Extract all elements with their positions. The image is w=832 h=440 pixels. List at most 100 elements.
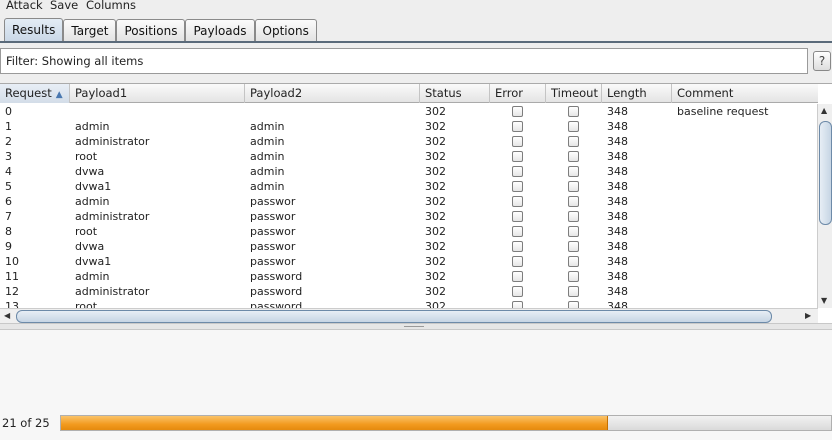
table-row[interactable]: 0 302 348 baseline request — [0, 104, 818, 119]
table-row[interactable]: 11 admin password 302 348 — [0, 269, 818, 284]
horizontal-scrollbar[interactable]: ◀ ▶ — [0, 308, 818, 323]
error-checkbox — [512, 136, 523, 147]
cell-comment — [672, 299, 677, 308]
error-checkbox — [512, 256, 523, 267]
table-row[interactable]: 9 dvwa passwor 302 348 — [0, 239, 818, 254]
timeout-checkbox — [568, 121, 579, 132]
cell-status: 302 — [425, 180, 446, 193]
cell-comment — [672, 239, 677, 254]
cell-length: 348 — [607, 210, 628, 223]
splitter-grip-icon[interactable] — [404, 326, 424, 328]
cell-payload1: root — [75, 300, 98, 308]
horizontal-scroll-thumb[interactable] — [16, 310, 772, 323]
cell-comment — [672, 209, 677, 224]
error-checkbox — [512, 166, 523, 177]
cell-request: 13 — [5, 300, 19, 308]
table-row[interactable]: 13 root password 302 348 — [0, 299, 818, 308]
timeout-checkbox — [568, 256, 579, 267]
error-checkbox — [512, 301, 523, 308]
cell-length: 348 — [607, 105, 628, 118]
cell-payload2: password — [250, 285, 303, 298]
column-header-request[interactable]: Request ▲ — [0, 84, 70, 103]
results-table: Request ▲ Payload1 Payload2 Status Error … — [0, 83, 832, 323]
tab-target[interactable]: Target — [63, 19, 117, 42]
cell-request: 10 — [5, 255, 19, 268]
cell-payload1: administrator — [75, 210, 150, 223]
cell-comment — [672, 134, 677, 149]
column-header-timeout[interactable]: Timeout — [546, 84, 602, 103]
cell-request: 5 — [5, 180, 12, 193]
column-header-comment[interactable]: Comment — [672, 84, 818, 103]
arrow-up-icon[interactable]: ▲ — [821, 106, 827, 115]
cell-request: 11 — [5, 270, 19, 283]
tab-results[interactable]: Results — [4, 18, 64, 42]
cell-payload1 — [70, 104, 75, 119]
menu-attack[interactable]: Attack — [6, 0, 43, 12]
table-row[interactable]: 12 administrator password 302 348 — [0, 284, 818, 299]
tab-positions[interactable]: Positions — [116, 19, 186, 42]
help-button[interactable]: ? — [813, 51, 831, 71]
timeout-checkbox — [568, 196, 579, 207]
cell-request: 8 — [5, 225, 12, 238]
arrow-down-icon[interactable]: ▼ — [821, 296, 827, 305]
arrow-right-icon[interactable]: ▶ — [805, 311, 811, 320]
cell-status: 302 — [425, 240, 446, 253]
cell-payload2: passwor — [250, 195, 296, 208]
cell-status: 302 — [425, 150, 446, 163]
vertical-scroll-thumb[interactable] — [819, 121, 832, 225]
cell-status: 302 — [425, 210, 446, 223]
timeout-checkbox — [568, 241, 579, 252]
cell-status: 302 — [425, 255, 446, 268]
cell-payload2 — [245, 104, 250, 119]
table-row[interactable]: 4 dvwa admin 302 348 — [0, 164, 818, 179]
table-row[interactable]: 2 administrator admin 302 348 — [0, 134, 818, 149]
timeout-checkbox — [568, 166, 579, 177]
column-header-payload1[interactable]: Payload1 — [70, 84, 245, 103]
error-checkbox — [512, 286, 523, 297]
table-row[interactable]: 1 admin admin 302 348 — [0, 119, 818, 134]
filter-bar[interactable]: Filter: Showing all items — [0, 48, 808, 74]
column-header-error[interactable]: Error — [490, 84, 546, 103]
cell-comment — [672, 179, 677, 194]
arrow-left-icon[interactable]: ◀ — [4, 311, 10, 320]
column-header-length[interactable]: Length — [602, 84, 672, 103]
cell-length: 348 — [607, 255, 628, 268]
table-row[interactable]: 8 root passwor 302 348 — [0, 224, 818, 239]
table-row[interactable]: 5 dvwa1 admin 302 348 — [0, 179, 818, 194]
cell-payload2: passwor — [250, 240, 296, 253]
cell-payload1: root — [75, 150, 98, 163]
cell-payload2: admin — [250, 135, 285, 148]
cell-length: 348 — [607, 300, 628, 308]
table-header: Request ▲ Payload1 Payload2 Status Error … — [0, 84, 818, 103]
error-checkbox — [512, 151, 523, 162]
cell-status: 302 — [425, 120, 446, 133]
menu-columns[interactable]: Columns — [86, 0, 136, 12]
cell-status: 302 — [425, 300, 446, 308]
table-row[interactable]: 6 admin passwor 302 348 — [0, 194, 818, 209]
table-row[interactable]: 10 dvwa1 passwor 302 348 — [0, 254, 818, 269]
menu-save[interactable]: Save — [50, 0, 78, 12]
timeout-checkbox — [568, 151, 579, 162]
progress-fill — [61, 416, 608, 430]
vertical-scrollbar[interactable]: ▲ ▼ — [817, 104, 832, 308]
error-checkbox — [512, 106, 523, 117]
cell-payload2: admin — [250, 150, 285, 163]
cell-request: 9 — [5, 240, 12, 253]
column-header-status[interactable]: Status — [420, 84, 490, 103]
tab-options[interactable]: Options — [254, 19, 317, 42]
cell-length: 348 — [607, 225, 628, 238]
cell-payload1: admin — [75, 120, 110, 133]
timeout-checkbox — [568, 286, 579, 297]
cell-status: 302 — [425, 285, 446, 298]
cell-comment — [672, 164, 677, 179]
column-header-payload2[interactable]: Payload2 — [245, 84, 420, 103]
pane-splitter[interactable] — [0, 323, 832, 330]
error-checkbox — [512, 226, 523, 237]
table-row[interactable]: 3 root admin 302 348 — [0, 149, 818, 164]
cell-comment — [672, 194, 677, 209]
table-row[interactable]: 7 administrator passwor 302 348 — [0, 209, 818, 224]
table-body: 0 302 348 baseline request 1 admin admin 302 348… — [0, 104, 818, 308]
cell-request: 0 — [5, 105, 12, 118]
tab-payloads[interactable]: Payloads — [185, 19, 255, 42]
error-checkbox — [512, 241, 523, 252]
